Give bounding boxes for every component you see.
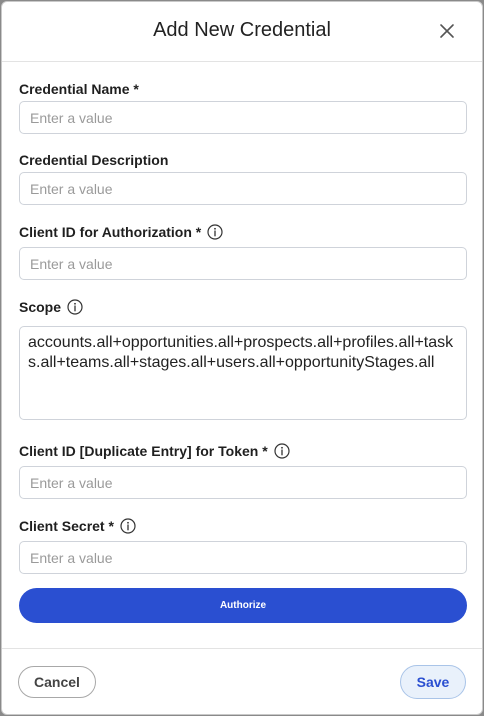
client-secret-label: Client Secret * (19, 517, 136, 535)
info-icon[interactable] (207, 224, 223, 240)
info-icon[interactable] (67, 299, 83, 315)
close-button[interactable] (438, 22, 456, 40)
dialog-footer: Cancel Save (2, 648, 482, 716)
client-id-token-input[interactable] (19, 466, 467, 499)
credential-name-label: Credential Name * (19, 81, 139, 97)
save-button[interactable]: Save (400, 665, 466, 699)
info-icon[interactable] (120, 518, 136, 534)
dialog-title: Add New Credential (153, 19, 331, 41)
cancel-button[interactable]: Cancel (18, 666, 96, 698)
client-id-token-label: Client ID [Duplicate Entry] for Token * (19, 442, 290, 460)
credential-description-label: Credential Description (19, 152, 169, 168)
authorize-button[interactable]: Authorize (19, 588, 467, 623)
client-id-authorization-label: Client ID for Authorization * (19, 223, 223, 241)
scope-textarea[interactable]: accounts.all+opportunities.all+prospects… (19, 326, 467, 420)
dialog-header: Add New Credential (2, 2, 482, 62)
client-secret-input[interactable] (19, 541, 467, 574)
info-icon[interactable] (274, 443, 290, 459)
credential-description-input[interactable] (19, 172, 467, 205)
credential-name-input[interactable] (19, 101, 467, 134)
close-icon (440, 24, 454, 38)
scope-label: Scope (19, 298, 83, 316)
client-id-authorization-input[interactable] (19, 247, 467, 280)
add-credential-dialog: Add New Credential Credential Name * Cre… (1, 1, 483, 715)
